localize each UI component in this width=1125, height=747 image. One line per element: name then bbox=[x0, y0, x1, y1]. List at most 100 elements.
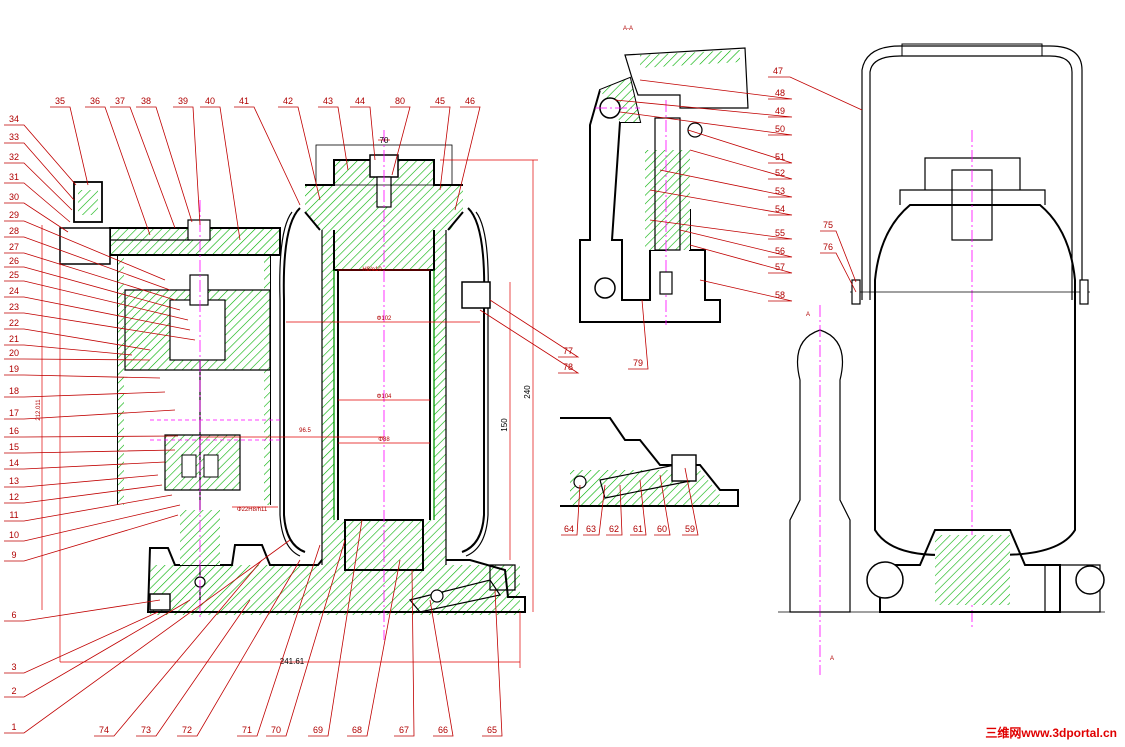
part-label-55: 55 bbox=[775, 228, 785, 238]
leader-11 bbox=[4, 494, 173, 522]
leader-44 bbox=[350, 106, 376, 161]
part-label-40: 40 bbox=[205, 96, 215, 106]
part-label-15: 15 bbox=[9, 442, 19, 452]
link-pin bbox=[687, 122, 703, 138]
part-label-74: 74 bbox=[99, 725, 109, 735]
side-knob bbox=[1075, 565, 1105, 595]
leader-9 bbox=[4, 514, 179, 562]
part-label-29: 29 bbox=[9, 210, 19, 220]
part-label-53: 53 bbox=[775, 186, 785, 196]
part-label-49: 49 bbox=[775, 106, 785, 116]
part-label-52: 52 bbox=[775, 168, 785, 178]
part-label-73: 73 bbox=[141, 725, 151, 735]
part-label-10: 10 bbox=[9, 530, 19, 540]
leader-14 bbox=[4, 461, 166, 470]
part-label-69: 69 bbox=[313, 725, 323, 735]
leader-6 bbox=[4, 599, 161, 622]
part-label-36: 36 bbox=[90, 96, 100, 106]
leader-19 bbox=[4, 374, 161, 379]
leader-39 bbox=[173, 106, 201, 226]
cad-drawing: 70 240 150 241.61 212.011 H8/e10 Φ102 Φ1… bbox=[4, 26, 1105, 737]
leader-18 bbox=[4, 391, 166, 398]
part-label-60: 60 bbox=[657, 524, 667, 534]
part-label-28: 28 bbox=[9, 226, 19, 236]
cap-band bbox=[899, 189, 1046, 205]
part-label-46: 46 bbox=[465, 96, 475, 106]
leader-41 bbox=[234, 106, 301, 206]
part-label-67: 67 bbox=[399, 725, 409, 735]
leader-76 bbox=[820, 252, 857, 293]
part-label-25: 25 bbox=[9, 270, 19, 280]
dim-150: 150 bbox=[500, 418, 509, 432]
part-label-12: 12 bbox=[9, 492, 19, 502]
pump-piston bbox=[169, 299, 226, 361]
valve-spring-a bbox=[181, 454, 197, 478]
leader-49 bbox=[614, 99, 793, 118]
part-label-1: 1 bbox=[11, 722, 16, 732]
top-nut-left bbox=[305, 185, 335, 230]
part-label-39: 39 bbox=[178, 96, 188, 106]
part-label-30: 30 bbox=[9, 192, 19, 202]
part-label-76: 76 bbox=[823, 242, 833, 252]
dim-240: 240 bbox=[523, 385, 532, 399]
section-label-top: A-A bbox=[623, 26, 633, 32]
leader-16 bbox=[4, 435, 179, 438]
part-label-18: 18 bbox=[9, 386, 19, 396]
part-label-21: 21 bbox=[9, 334, 19, 344]
reservoir-wall-right bbox=[264, 250, 270, 505]
lever-detail-view: A-A bbox=[579, 26, 749, 325]
part-label-24: 24 bbox=[9, 286, 19, 296]
part-label-14: 14 bbox=[9, 458, 19, 468]
part-label-42: 42 bbox=[283, 96, 293, 106]
dim-phi104: Φ104 bbox=[377, 394, 392, 400]
part-label-43: 43 bbox=[323, 96, 333, 106]
part-label-11: 11 bbox=[9, 510, 18, 520]
part-label-33: 33 bbox=[9, 132, 19, 142]
body-cylinder bbox=[874, 204, 1076, 556]
pump-cap bbox=[187, 219, 211, 241]
part-label-47: 47 bbox=[773, 66, 783, 76]
drawing-canvas: 70 240 150 241.61 212.011 H8/e10 Φ102 Φ1… bbox=[0, 0, 1125, 747]
valve-spring-b bbox=[203, 454, 219, 478]
side-base-hatch bbox=[935, 535, 1010, 605]
part-label-66: 66 bbox=[438, 725, 448, 735]
part-label-2: 2 bbox=[11, 686, 16, 696]
part-label-27: 27 bbox=[9, 242, 19, 252]
dim-965: 96.5 bbox=[299, 428, 311, 434]
dim-phi102: Φ102 bbox=[377, 316, 392, 322]
leader-66 bbox=[429, 599, 454, 737]
part-label-68: 68 bbox=[352, 725, 362, 735]
part-label-45: 45 bbox=[435, 96, 445, 106]
part-label-34: 34 bbox=[9, 114, 19, 124]
part-label-75: 75 bbox=[823, 220, 833, 230]
part-label-72: 72 bbox=[182, 725, 192, 735]
release-detail-knob bbox=[671, 454, 697, 482]
part-label-20: 20 bbox=[9, 348, 19, 358]
part-label-56: 56 bbox=[775, 246, 785, 256]
part-label-3: 3 bbox=[11, 662, 16, 672]
part-label-59: 59 bbox=[685, 524, 695, 534]
part-label-38: 38 bbox=[141, 96, 151, 106]
release-ball-2 bbox=[430, 589, 444, 603]
part-label-54: 54 bbox=[775, 204, 785, 214]
dim-212: 212.011 bbox=[36, 399, 42, 421]
cap-top bbox=[924, 157, 1021, 190]
main-section-view: 70 240 150 241.61 212.011 H8/e10 Φ102 Φ1… bbox=[36, 130, 538, 668]
leader-48 bbox=[639, 79, 793, 100]
leader-13 bbox=[4, 474, 159, 488]
dim-241: 241.61 bbox=[280, 657, 305, 666]
base-plug bbox=[149, 593, 171, 611]
top-nut-right bbox=[433, 185, 463, 230]
handle-socket bbox=[59, 227, 111, 265]
dim-fit2: Φ22H8/h11 bbox=[237, 507, 268, 513]
part-label-48: 48 bbox=[775, 88, 785, 98]
part-label-65: 65 bbox=[487, 725, 497, 735]
release-detail-hatch bbox=[570, 470, 720, 505]
side-view: A A bbox=[778, 43, 1105, 675]
part-label-13: 13 bbox=[9, 476, 19, 486]
pin-right bbox=[1079, 279, 1089, 305]
check-ball-housing bbox=[659, 271, 673, 295]
part-label-63: 63 bbox=[586, 524, 596, 534]
pump-rod bbox=[189, 274, 209, 306]
part-label-62: 62 bbox=[609, 524, 619, 534]
